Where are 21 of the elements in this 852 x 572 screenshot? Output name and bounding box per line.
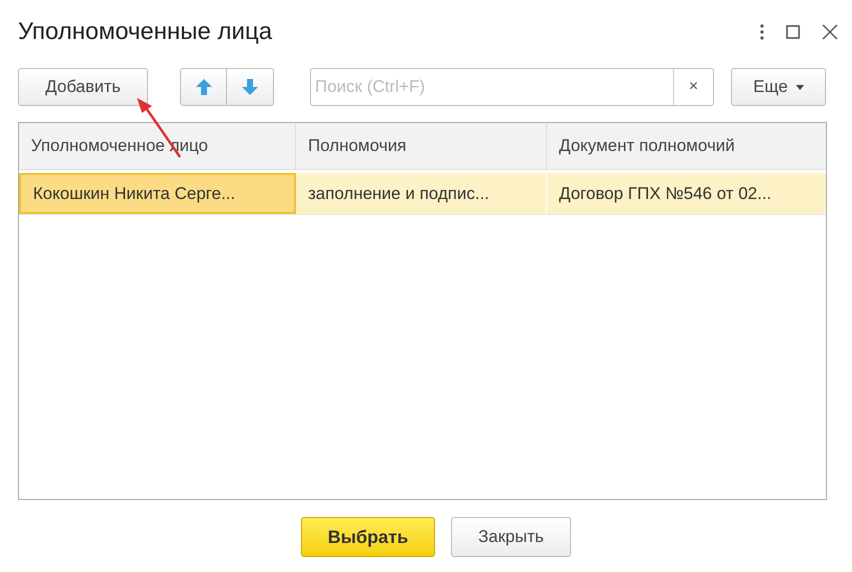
arrow-down-icon bbox=[241, 78, 259, 96]
arrow-up-icon bbox=[194, 78, 212, 96]
close-icon[interactable] bbox=[822, 24, 838, 40]
maximize-icon[interactable] bbox=[786, 25, 800, 39]
select-button[interactable]: Выбрать bbox=[301, 517, 435, 557]
more-icon[interactable] bbox=[760, 24, 764, 40]
close-button[interactable]: Закрыть bbox=[451, 517, 571, 557]
table-cell: заполнение и подпис... bbox=[296, 173, 547, 214]
column-header[interactable]: Документ полномочий bbox=[547, 123, 826, 169]
column-header[interactable]: Полномочия bbox=[296, 123, 547, 169]
caret-icon bbox=[796, 84, 804, 90]
table-cell: Кокошкин Никита Серге... bbox=[19, 173, 296, 214]
more-button[interactable]: Еще bbox=[731, 68, 826, 106]
window-title: Уполномоченные лица bbox=[18, 17, 272, 47]
move-up-button[interactable] bbox=[180, 68, 227, 106]
search-field[interactable]: Поиск (Ctrl+F) × bbox=[310, 68, 714, 106]
table-row[interactable]: Кокошкин Никита Серге... заполнение и подпис... Договор ГПХ №546 от 02... bbox=[19, 173, 826, 215]
clear-button[interactable]: × bbox=[673, 69, 713, 105]
table-cell-text: Договор ГПХ №546 от 02... bbox=[558, 182, 772, 205]
add-button[interactable]: Добавить bbox=[18, 68, 148, 106]
move-down-button[interactable] bbox=[227, 68, 274, 106]
